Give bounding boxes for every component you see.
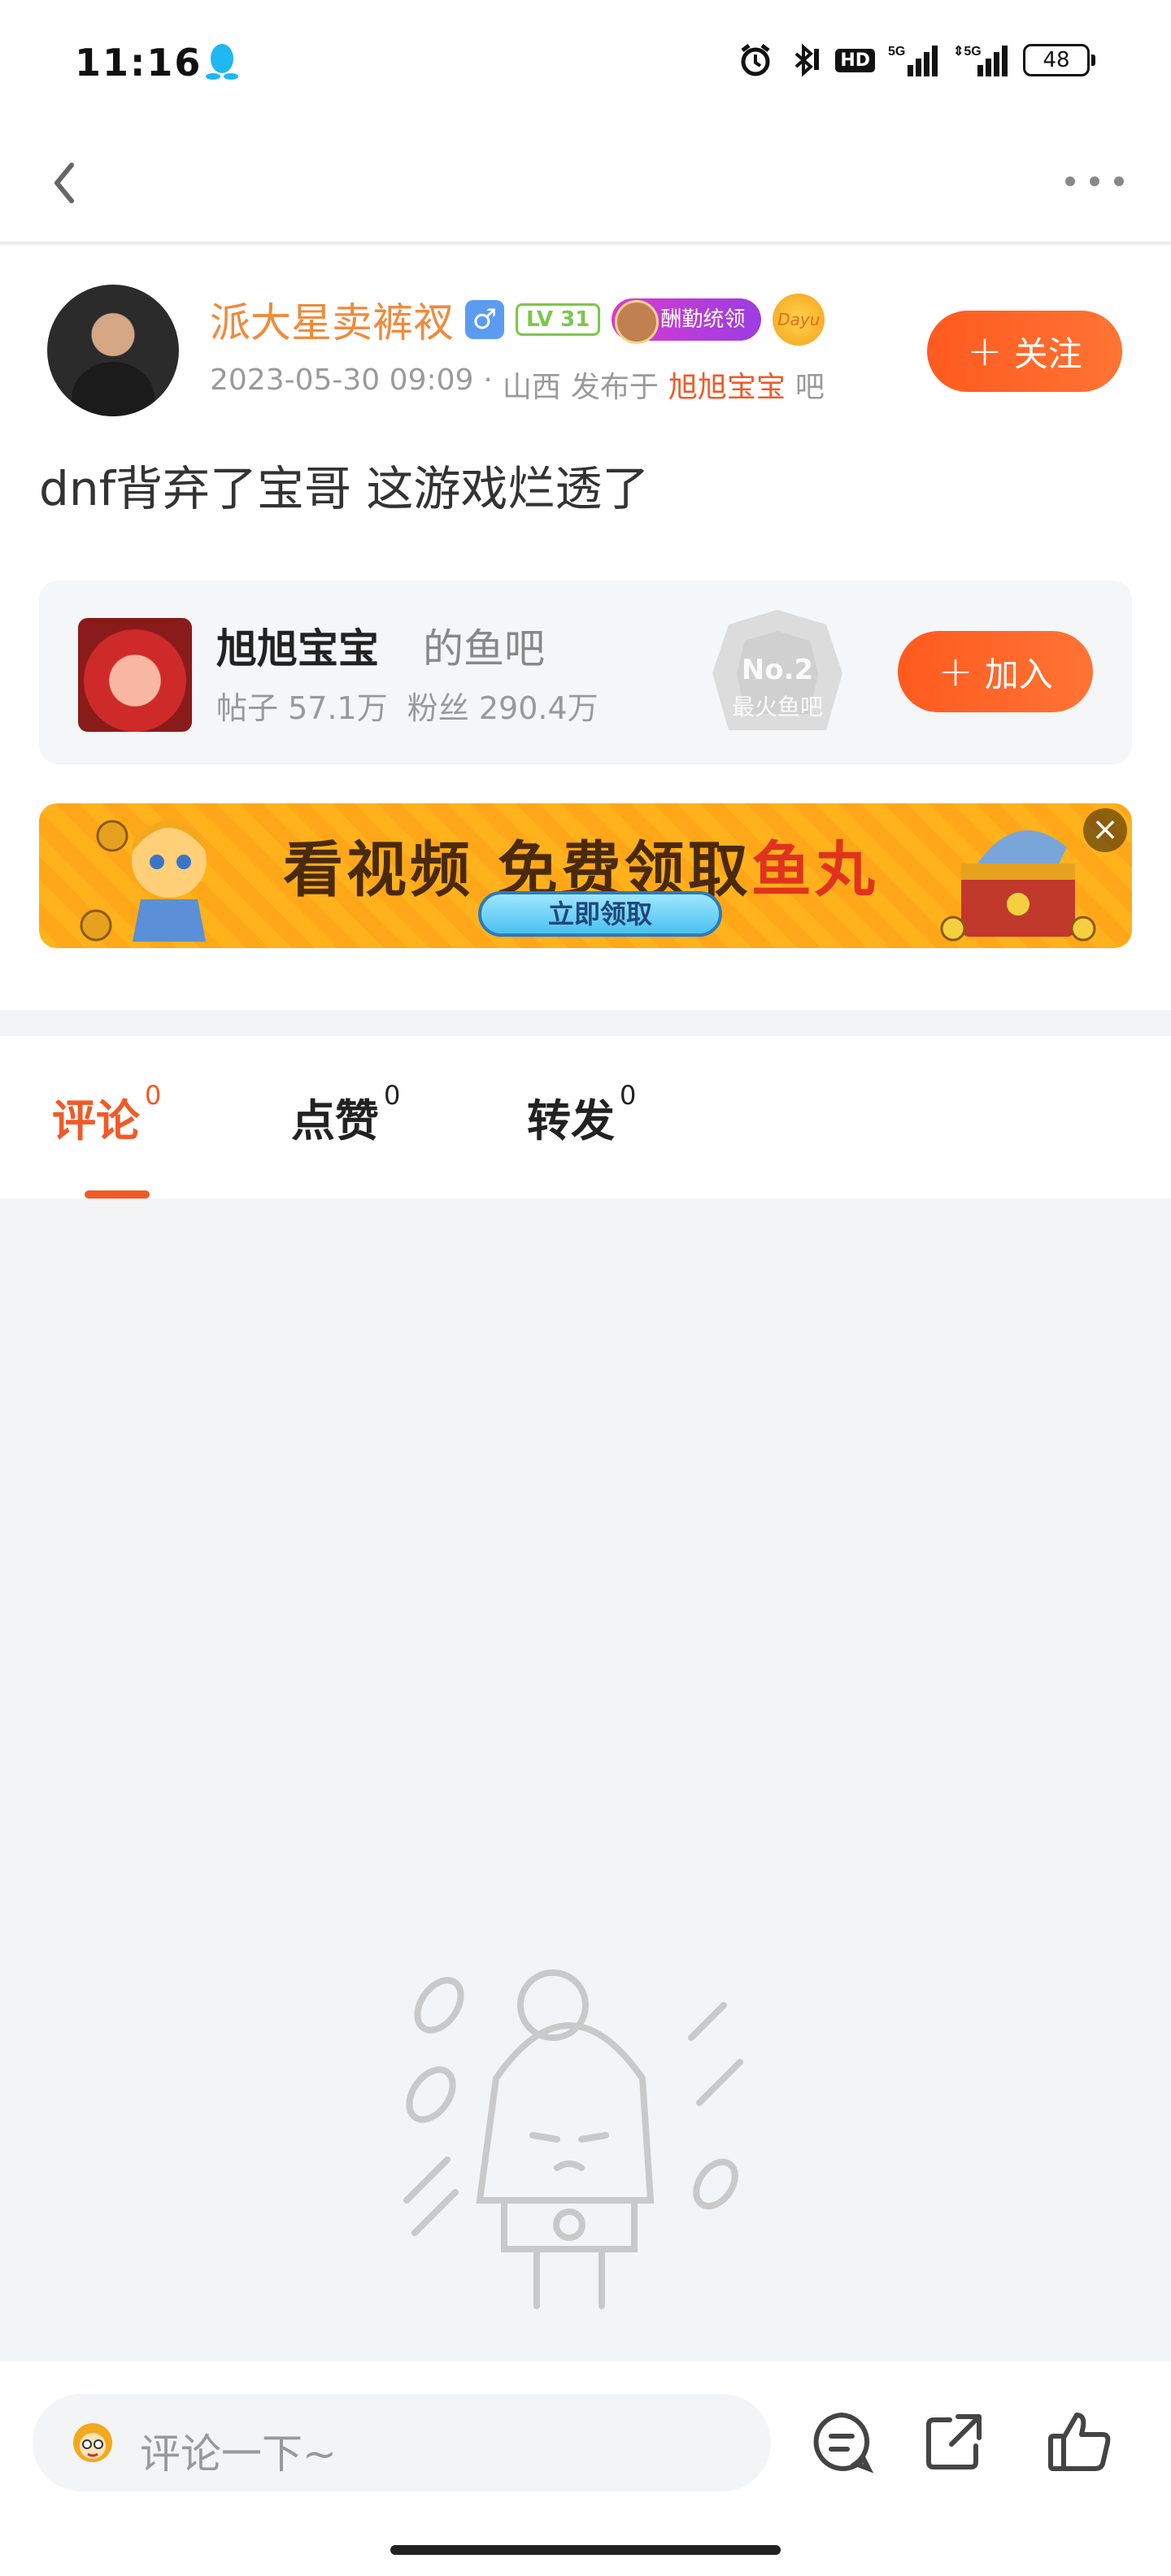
- author-name[interactable]: 派大星卖裤衩: [210, 290, 454, 349]
- svg-text:⇕5G: ⇕5G: [953, 45, 982, 59]
- comment-placeholder: 评论一下~: [140, 2430, 337, 2478]
- dot: [1090, 176, 1099, 186]
- bar-stats: 帖子 57.1万 粉丝 290.4万: [216, 683, 599, 728]
- signal-icon: 5G: [888, 45, 938, 76]
- comment-input[interactable]: 评论一下~: [33, 2394, 771, 2491]
- tab-label: 转发: [527, 1095, 615, 1147]
- nav-bar: [0, 122, 1171, 244]
- signal-icon: ⇕5G: [953, 45, 1008, 76]
- rank-description: 最火鱼吧: [731, 694, 823, 720]
- bar-name: 旭旭宝宝: [216, 625, 379, 672]
- svg-text:5G: 5G: [888, 45, 905, 59]
- share-icon[interactable]: [917, 2405, 990, 2478]
- more-options-button[interactable]: [1065, 169, 1138, 194]
- medal-badge[interactable]: 酬勤统领: [612, 298, 762, 344]
- status-time: 11:16: [75, 41, 202, 85]
- banner-title-a: 看视频: [283, 835, 473, 905]
- active-tab-indicator: [85, 1190, 150, 1199]
- bar-suffix: 吧: [794, 371, 825, 404]
- rank-number: No.2: [741, 654, 814, 686]
- plus-icon: +: [967, 327, 1003, 376]
- dot: [1114, 176, 1124, 186]
- home-indicator[interactable]: [390, 2545, 781, 2555]
- bluetooth-icon: [794, 43, 820, 77]
- posts-count: 57.1万: [288, 690, 388, 726]
- post-meta: 2023-05-30 09:09 · 山西 发布于 旭旭宝宝 吧: [210, 363, 825, 406]
- comments-empty-area: [0, 1199, 1171, 2361]
- tab-likes[interactable]: 点赞 0: [291, 1080, 400, 1149]
- join-button[interactable]: + 加入: [898, 631, 1093, 712]
- alarm-icon: [741, 44, 770, 76]
- banner-title-c: 鱼丸: [751, 835, 878, 905]
- mascot-icon: [80, 820, 207, 942]
- author-line: 派大星卖裤衩 ♂ LV 31 酬勤统领 Dayu: [210, 290, 825, 349]
- post-datetime: 2023-05-30 09:09: [210, 363, 474, 397]
- like-thumbs-up-icon[interactable]: [1043, 2405, 1116, 2478]
- rank-badge: No.2 最火鱼吧: [696, 608, 859, 746]
- fan-badge-icon: Dayu: [773, 294, 825, 346]
- join-label: 加入: [984, 654, 1053, 694]
- tab-comments[interactable]: 评论 0: [52, 1080, 161, 1149]
- follow-label: 关注: [1013, 333, 1082, 374]
- empty-state-illustration: [403, 1969, 743, 2309]
- bar-name-suffix: 的鱼吧: [423, 625, 545, 672]
- plus-icon: +: [938, 647, 973, 696]
- fans-count: 290.4万: [478, 690, 599, 726]
- comment-icon[interactable]: [805, 2405, 878, 2478]
- banner-close-button[interactable]: ×: [1083, 808, 1127, 852]
- meta-separator: ·: [483, 363, 493, 397]
- post-card: 派大星卖裤衩 ♂ LV 31 酬勤统领 Dayu 2023-05-30 09:0…: [0, 246, 1171, 1010]
- tab-label: 评论: [52, 1095, 140, 1147]
- follow-button[interactable]: + 关注: [927, 311, 1122, 392]
- treasure-chest-icon: [940, 830, 1096, 942]
- published-in-label: 发布于: [570, 371, 659, 404]
- tab-count: 0: [384, 1080, 401, 1111]
- ad-banner[interactable]: 看视频 免费领取鱼丸 立即领取 ×: [39, 803, 1132, 948]
- status-bar: 11:16 HD 5G ⇕5G 48: [0, 0, 1171, 122]
- tab-reposts[interactable]: 转发 0: [527, 1080, 636, 1149]
- posts-label: 帖子: [216, 690, 279, 726]
- author-avatar[interactable]: [47, 285, 179, 416]
- tab-label: 点赞: [291, 1095, 379, 1147]
- back-button[interactable]: [41, 150, 89, 215]
- fans-label: 粉丝: [407, 690, 469, 726]
- bar-link[interactable]: 旭旭宝宝: [668, 363, 786, 406]
- bar-avatar: [78, 618, 192, 732]
- status-icons: HD 5G ⇕5G 48: [738, 42, 1095, 78]
- bottom-action-bar: 评论一下~: [0, 2361, 1171, 2576]
- hd-voice-icon: HD: [835, 48, 875, 72]
- user-mascot-icon: [73, 2423, 112, 2462]
- post-location: 山西: [502, 371, 561, 404]
- dot: [1065, 176, 1075, 186]
- banner-cta-button[interactable]: 立即领取: [478, 891, 722, 937]
- level-badge: LV 31: [516, 303, 601, 336]
- tab-count: 0: [620, 1080, 637, 1111]
- battery-icon: 48: [1023, 44, 1095, 76]
- tab-bar: 评论 0 点赞 0 转发 0: [0, 1036, 1171, 1199]
- qq-penguin-icon: [206, 44, 238, 80]
- bar-card[interactable]: 旭旭宝宝 的鱼吧 帖子 57.1万 粉丝 290.4万 No.2 最火鱼吧 + …: [39, 581, 1132, 764]
- post-title: dnf背弃了宝哥 这游戏烂透了: [39, 461, 650, 516]
- male-icon: ♂: [465, 300, 504, 339]
- tab-count: 0: [145, 1080, 162, 1111]
